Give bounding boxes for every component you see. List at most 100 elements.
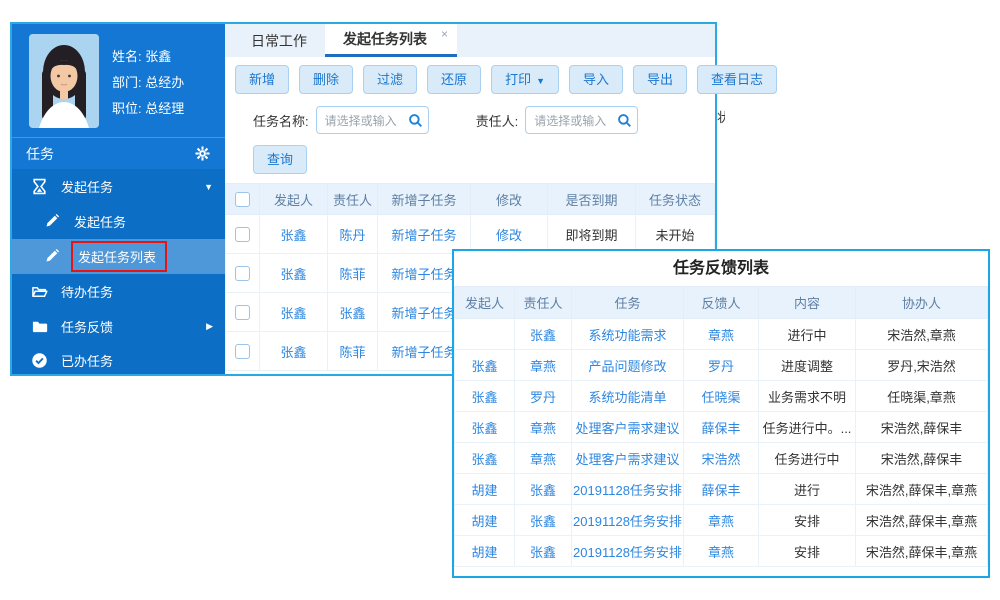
cell-link[interactable]: 章燕 <box>684 319 759 350</box>
column-header: 发起人 <box>455 287 515 319</box>
cell-link[interactable]: 产品问题修改 <box>572 350 684 381</box>
cell-text: 宋浩然,薛保丰 <box>856 412 988 443</box>
cell-link[interactable]: 处理客户需求建议 <box>572 412 684 443</box>
cell-link[interactable]: 20191128任务安排 <box>572 536 684 567</box>
cell-link[interactable]: 薛保丰 <box>684 474 759 505</box>
cell-link[interactable]: 张鑫 <box>260 293 328 332</box>
task-name-input[interactable]: 请选择或输入 <box>316 106 429 134</box>
cell-link[interactable]: 张鑫 <box>455 350 515 381</box>
sidebar-item-todo-tasks[interactable]: 待办任务 <box>12 274 225 309</box>
sidebar-item-label: 发起任务列表 <box>78 250 156 265</box>
search-icon[interactable] <box>408 113 423 128</box>
cell-text: 宋浩然,薛保丰,章燕 <box>856 505 988 536</box>
cell-link[interactable]: 张鑫 <box>455 443 515 474</box>
owner-input[interactable]: 请选择或输入 <box>525 106 638 134</box>
cell-link[interactable]: 陈菲 <box>328 254 378 293</box>
cell-link[interactable]: 修改 <box>471 215 548 254</box>
cell-link[interactable]: 章燕 <box>515 412 572 443</box>
restore-button[interactable]: 还原 <box>427 65 481 94</box>
cell-link[interactable]: 张鑫 <box>328 293 378 332</box>
cell-text: 罗丹,宋浩然 <box>856 350 988 381</box>
cell-link[interactable]: 张鑫 <box>455 412 515 443</box>
cell-text: 宋浩然,薛保丰,章燕 <box>856 536 988 567</box>
cell-link[interactable]: 宋浩然 <box>684 443 759 474</box>
query-button[interactable]: 查询 <box>253 145 307 174</box>
sidebar-item-done-tasks[interactable]: 已办任务 <box>12 344 225 374</box>
input-placeholder: 请选择或输入 <box>325 112 408 129</box>
cell-link[interactable]: 处理客户需求建议 <box>572 443 684 474</box>
cell-link[interactable]: 胡建 <box>455 536 515 567</box>
search-icon[interactable] <box>617 113 632 128</box>
sidebar-section-tasks[interactable]: 任务 <box>12 138 225 169</box>
gear-icon[interactable] <box>195 146 210 161</box>
row-checkbox[interactable] <box>235 227 250 242</box>
profile-position: 职位: 总经理 <box>112 98 184 117</box>
sidebar-item-initiate-task[interactable]: 发起任务 <box>12 204 225 239</box>
export-button[interactable]: 导出 <box>633 65 687 94</box>
cell-link[interactable]: 张鑫 <box>515 319 572 350</box>
cell-link[interactable]: 任晓渠 <box>684 381 759 412</box>
cell-link[interactable]: 新增子任务 <box>378 215 471 254</box>
section-title: 任务 <box>26 144 54 164</box>
row-checkbox-cell <box>226 332 260 371</box>
cell-link[interactable]: 20191128任务安排 <box>572 474 684 505</box>
cell-text <box>455 319 515 350</box>
profile-info: 姓名: 张鑫 部门: 总经办 职位: 总经理 <box>112 34 184 128</box>
row-checkbox[interactable] <box>235 344 250 359</box>
cell-link[interactable]: 张鑫 <box>260 215 328 254</box>
cell-link[interactable]: 系统功能清单 <box>572 381 684 412</box>
select-all-checkbox[interactable] <box>235 192 250 207</box>
cell-text: 任务进行中。... <box>759 412 856 443</box>
delete-button[interactable]: 删除 <box>299 65 353 94</box>
print-dropdown-button[interactable]: 打印▼ <box>491 65 559 94</box>
cell-text: 未开始 <box>636 215 715 254</box>
cell-link[interactable]: 胡建 <box>455 505 515 536</box>
hourglass-icon <box>31 178 48 195</box>
cell-link[interactable]: 章燕 <box>515 443 572 474</box>
table-header-row: 发起人责任人任务反馈人内容协办人 <box>455 287 988 319</box>
cell-link[interactable]: 张鑫 <box>515 505 572 536</box>
tab-initiate-task-list[interactable]: 发起任务列表 × <box>325 24 457 57</box>
cell-link[interactable]: 章燕 <box>515 350 572 381</box>
cell-link[interactable]: 陈菲 <box>328 332 378 371</box>
row-checkbox[interactable] <box>235 266 250 281</box>
cell-link[interactable]: 系统功能需求 <box>572 319 684 350</box>
sidebar-item-label: 发起任务 <box>74 212 126 231</box>
sidebar: 姓名: 张鑫 部门: 总经办 职位: 总经理 任务 <box>12 24 225 374</box>
feedback-table: 发起人责任人任务反馈人内容协办人 张鑫系统功能需求章燕进行中宋浩然,章燕张鑫章燕… <box>454 286 988 567</box>
sidebar-item-label: 待办任务 <box>61 282 113 301</box>
cell-link[interactable]: 章燕 <box>684 536 759 567</box>
cell-text: 即将到期 <box>548 215 636 254</box>
cell-text: 宋浩然,薛保丰 <box>856 443 988 474</box>
cell-link[interactable]: 罗丹 <box>684 350 759 381</box>
close-icon[interactable]: × <box>441 27 448 41</box>
cell-link[interactable]: 胡建 <box>455 474 515 505</box>
table-row: 张鑫系统功能需求章燕进行中宋浩然,章燕 <box>455 319 988 350</box>
column-header: 责任人 <box>328 184 378 215</box>
column-header: 新增子任务 <box>378 184 471 215</box>
cell-link[interactable]: 张鑫 <box>455 381 515 412</box>
add-button[interactable]: 新增 <box>235 65 289 94</box>
filter-button[interactable]: 过滤 <box>363 65 417 94</box>
cell-link[interactable]: 张鑫 <box>515 536 572 567</box>
cell-link[interactable]: 罗丹 <box>515 381 572 412</box>
tab-daily-work[interactable]: 日常工作 <box>233 24 325 57</box>
sidebar-item-initiate-task-group[interactable]: 发起任务 ▼ <box>12 169 225 204</box>
sidebar-item-task-feedback[interactable]: 任务反馈 ▶ <box>12 309 225 344</box>
select-all-checkbox-cell <box>226 184 260 215</box>
chevron-right-icon[interactable]: ▶ <box>206 321 213 332</box>
chevron-down-icon[interactable]: ▼ <box>204 182 213 192</box>
import-button[interactable]: 导入 <box>569 65 623 94</box>
cell-link[interactable]: 20191128任务安排 <box>572 505 684 536</box>
view-log-button[interactable]: 查看日志 <box>697 65 777 94</box>
sidebar-item-initiate-task-list[interactable]: 发起任务列表 <box>12 239 225 274</box>
folder-open-icon <box>31 283 48 300</box>
cell-link[interactable]: 陈丹 <box>328 215 378 254</box>
cell-link[interactable]: 张鑫 <box>515 474 572 505</box>
cell-link[interactable]: 章燕 <box>684 505 759 536</box>
cell-link[interactable]: 薛保丰 <box>684 412 759 443</box>
cell-link[interactable]: 张鑫 <box>260 332 328 371</box>
row-checkbox[interactable] <box>235 305 250 320</box>
column-header: 反馈人 <box>684 287 759 319</box>
cell-link[interactable]: 张鑫 <box>260 254 328 293</box>
